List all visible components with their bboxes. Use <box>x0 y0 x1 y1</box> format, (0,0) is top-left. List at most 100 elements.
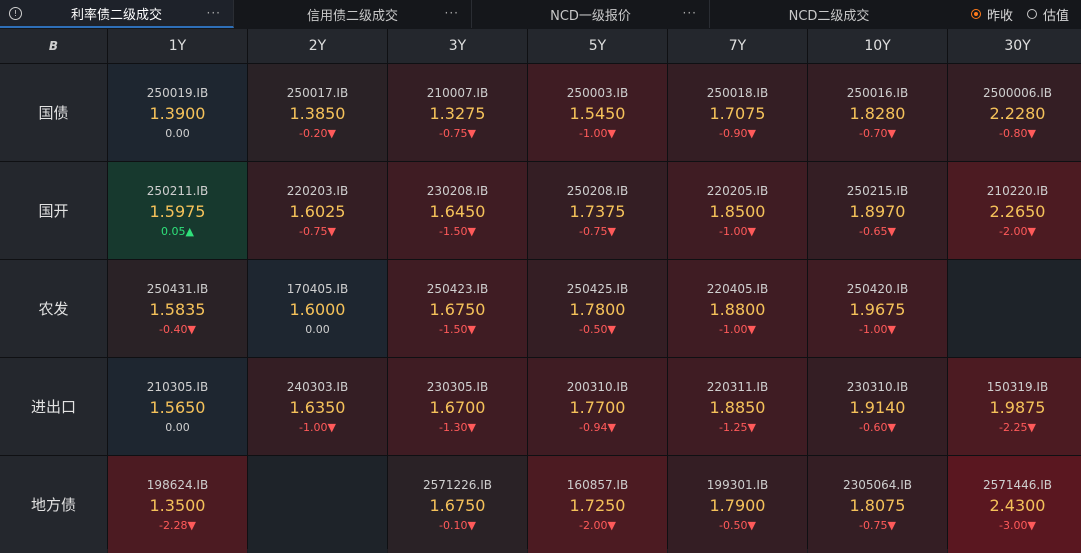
more-icon[interactable]: ··· <box>445 6 459 20</box>
bond-cell[interactable]: 2305064.IB 1.8075 -0.75▼ <box>808 456 947 553</box>
more-icon[interactable]: ··· <box>207 6 221 20</box>
bond-cell[interactable]: 220203.IB 1.6025 -0.75▼ <box>248 162 387 259</box>
bond-cell[interactable]: 199301.IB 1.7900 -0.50▼ <box>668 456 807 553</box>
bond-yield: 1.6025 <box>289 201 346 221</box>
bond-yield: 1.3900 <box>149 103 206 123</box>
bond-cell[interactable]: 230305.IB 1.6700 -1.30▼ <box>388 358 527 455</box>
bond-cell[interactable]: 230310.IB 1.9140 -0.60▼ <box>808 358 947 455</box>
bond-code: 250215.IB <box>846 183 909 198</box>
info-icon[interactable]: ! <box>9 7 22 20</box>
bond-yield: 1.3275 <box>429 103 486 123</box>
bond-cell[interactable]: 210305.IB 1.5650 0.00 <box>108 358 247 455</box>
bond-yield: 1.8075 <box>849 495 906 515</box>
bond-yield: 1.7900 <box>709 495 766 515</box>
bond-cell[interactable]: 2571446.IB 2.4300 -3.00▼ <box>948 456 1081 553</box>
tab-label: 利率债二级成交 <box>70 7 162 23</box>
bond-cell[interactable]: 150319.IB 1.9875 -2.25▼ <box>948 358 1081 455</box>
bond-cell[interactable]: 250423.IB 1.6750 -1.50▼ <box>388 260 527 357</box>
yield-change: -2.28▼ <box>159 518 196 532</box>
yield-change: -2.00▼ <box>999 224 1036 238</box>
bond-yield: 1.8800 <box>709 299 766 319</box>
bond-code: 220205.IB <box>706 183 769 198</box>
bond-yield: 1.9875 <box>989 397 1046 417</box>
bond-code: 2500006.IB <box>982 85 1053 100</box>
empty-cell <box>248 456 387 553</box>
bond-cell[interactable]: 198624.IB 1.3500 -2.28▼ <box>108 456 247 553</box>
tab-label: 信用债二级成交 <box>306 8 398 24</box>
column-header-5y[interactable]: 5Y <box>528 29 667 63</box>
bond-cell[interactable]: 210220.IB 2.2650 -2.00▼ <box>948 162 1081 259</box>
bond-cell[interactable]: 230208.IB 1.6450 -1.50▼ <box>388 162 527 259</box>
bond-code: 220311.IB <box>706 379 769 394</box>
column-header-1y[interactable]: 1Y <box>108 29 247 63</box>
bond-cell[interactable]: 220205.IB 1.8500 -1.00▼ <box>668 162 807 259</box>
bond-code: 170405.IB <box>286 281 349 296</box>
column-header-2y[interactable]: 2Y <box>248 29 387 63</box>
column-header-7y[interactable]: 7Y <box>668 29 807 63</box>
bond-yield: 1.7800 <box>569 299 626 319</box>
bond-cell[interactable]: 210007.IB 1.3275 -0.75▼ <box>388 64 527 161</box>
bond-code: 160857.IB <box>566 477 629 492</box>
bond-cell[interactable]: 250019.IB 1.3900 0.00 <box>108 64 247 161</box>
tab-credit-bonds-secondary[interactable]: 信用债二级成交 ··· <box>234 0 472 28</box>
radio-prev-close[interactable]: 昨收 <box>970 5 1013 24</box>
yield-change: -1.00▼ <box>719 224 756 238</box>
bond-yield: 1.8280 <box>849 103 906 123</box>
column-header-3y[interactable]: 3Y <box>388 29 527 63</box>
bond-code: 250018.IB <box>706 85 769 100</box>
yield-change: -0.20▼ <box>299 126 336 140</box>
bond-yield: 1.3850 <box>289 103 346 123</box>
column-header-10y[interactable]: 10Y <box>808 29 947 63</box>
bond-yield: 1.7375 <box>569 201 626 221</box>
more-icon[interactable]: ··· <box>683 6 697 20</box>
bond-cell[interactable]: 250420.IB 1.9675 -1.00▼ <box>808 260 947 357</box>
bond-yield: 1.6450 <box>429 201 486 221</box>
bond-cell[interactable]: 250016.IB 1.8280 -0.70▼ <box>808 64 947 161</box>
yield-change: -0.94▼ <box>579 420 616 434</box>
bond-code: 250420.IB <box>846 281 909 296</box>
bond-cell[interactable]: 250425.IB 1.7800 -0.50▼ <box>528 260 667 357</box>
yield-change: -3.00▼ <box>999 518 1036 532</box>
yield-change: -0.75▼ <box>859 518 896 532</box>
bond-cell[interactable]: 250017.IB 1.3850 -0.20▼ <box>248 64 387 161</box>
yield-change: -0.70▼ <box>859 126 896 140</box>
bond-code: 210305.IB <box>146 379 209 394</box>
yield-change: -2.00▼ <box>579 518 616 532</box>
bond-cell[interactable]: 250018.IB 1.7075 -0.90▼ <box>668 64 807 161</box>
radio-label: 昨收 <box>986 8 1013 24</box>
bond-yield: 1.6700 <box>429 397 486 417</box>
bond-cell[interactable]: 220405.IB 1.8800 -1.00▼ <box>668 260 807 357</box>
bond-code: 250431.IB <box>146 281 209 296</box>
bond-cell[interactable]: 170405.IB 1.6000 0.00 <box>248 260 387 357</box>
bond-cell[interactable]: 250211.IB 1.5975 0.05▲ <box>108 162 247 259</box>
bond-cell[interactable]: 2571226.IB 1.6750 -0.10▼ <box>388 456 527 553</box>
bond-yield: 1.3500 <box>149 495 206 515</box>
yield-change: -2.25▼ <box>999 420 1036 434</box>
bond-cell[interactable]: 250431.IB 1.5835 -0.40▼ <box>108 260 247 357</box>
yield-change: -1.00▼ <box>579 126 616 140</box>
bond-yield: 2.4300 <box>989 495 1046 515</box>
tab-ncd-secondary[interactable]: NCD二级成交 <box>710 0 948 28</box>
bond-yield: 2.2650 <box>989 201 1046 221</box>
bond-yield: 1.7700 <box>569 397 626 417</box>
tab-ncd-primary-quote[interactable]: NCD一级报价 ··· <box>472 0 710 28</box>
bond-cell[interactable]: 220311.IB 1.8850 -1.25▼ <box>668 358 807 455</box>
bond-yield: 1.6750 <box>429 495 486 515</box>
bond-code: 210007.IB <box>426 85 489 100</box>
bond-cell[interactable]: 2500006.IB 2.2280 -0.80▼ <box>948 64 1081 161</box>
column-header-30y[interactable]: 30Y <box>948 29 1081 63</box>
bond-cell[interactable]: 250208.IB 1.7375 -0.75▼ <box>528 162 667 259</box>
yield-change: -1.00▼ <box>299 420 336 434</box>
yield-change: -0.50▼ <box>719 518 756 532</box>
bond-cell[interactable]: 160857.IB 1.7250 -2.00▼ <box>528 456 667 553</box>
bond-code: 230310.IB <box>846 379 909 394</box>
bond-cell[interactable]: 250003.IB 1.5450 -1.00▼ <box>528 64 667 161</box>
bond-cell[interactable]: 240303.IB 1.6350 -1.00▼ <box>248 358 387 455</box>
bond-code: 200310.IB <box>566 379 629 394</box>
bond-cell[interactable]: 250215.IB 1.8970 -0.65▼ <box>808 162 947 259</box>
radio-valuation[interactable]: 估值 <box>1026 5 1069 24</box>
bond-cell[interactable]: 200310.IB 1.7700 -0.94▼ <box>528 358 667 455</box>
yield-change: -0.60▼ <box>859 420 896 434</box>
bond-yield: 1.8970 <box>849 201 906 221</box>
tab-rate-bonds-secondary[interactable]: ! 利率债二级成交 ··· <box>0 0 234 28</box>
